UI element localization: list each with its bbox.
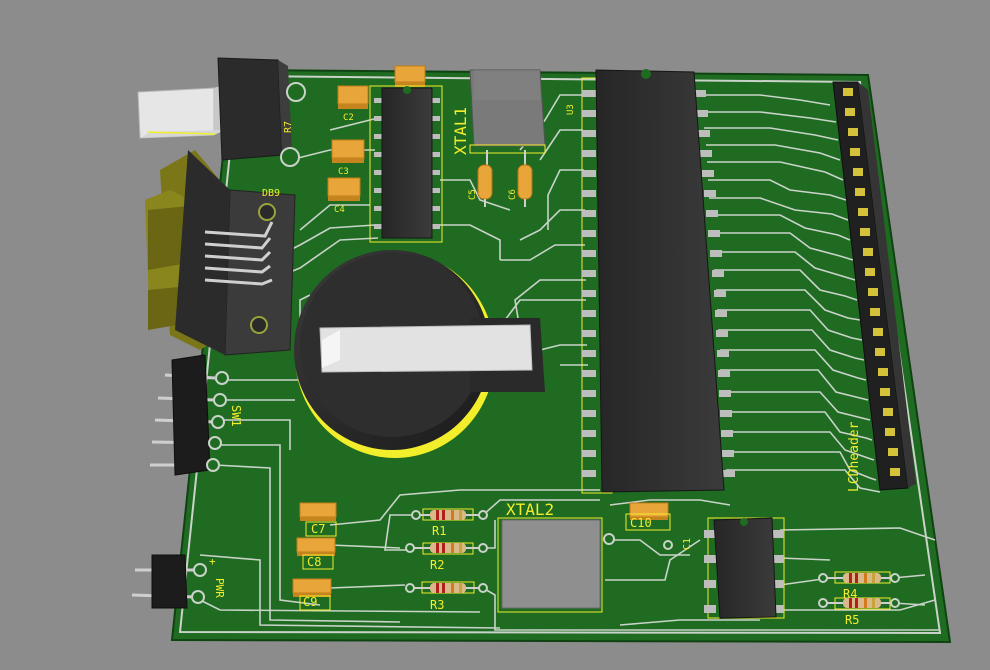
label-c3: C3	[338, 167, 349, 177]
pcb-3d-view: R7 DB9 C2 C3 C4 XTAL1 C5 C6 U3 LCDheader…	[0, 0, 990, 670]
label-sw1: SW1	[229, 405, 243, 427]
label-c2: C2	[343, 113, 354, 123]
label-r2: R2	[430, 558, 444, 572]
label-c7: C7	[311, 522, 325, 536]
crystal-xtal2	[497, 517, 603, 613]
label-c1-partial: C1	[682, 538, 693, 550]
label-r3: R3	[430, 598, 444, 612]
label-db9-partial: DB9	[262, 188, 280, 199]
label-r7: R7	[283, 121, 294, 133]
cap-c4	[327, 177, 361, 201]
cap-c2	[337, 85, 369, 109]
label-xtal2: XTAL2	[506, 500, 554, 519]
label-pwr: PWR	[213, 578, 226, 598]
cap-c3	[331, 139, 365, 163]
label-c5: C5	[468, 189, 478, 200]
label-c6: C6	[508, 189, 518, 200]
label-pwr-plus: +	[209, 555, 216, 568]
label-r1: R1	[432, 524, 446, 538]
label-c9: C9	[303, 595, 317, 609]
cap-c1	[394, 65, 426, 87]
label-lcd-header: LCDheader	[847, 421, 862, 492]
xtal2-pad	[603, 533, 615, 545]
label-r5: R5	[845, 613, 859, 627]
c10-pad	[663, 540, 673, 550]
label-u-partial: U3	[566, 104, 576, 115]
label-c10: C10	[630, 516, 652, 530]
label-xtal1: XTAL1	[451, 107, 470, 155]
label-c4: C4	[334, 205, 345, 215]
label-c8: C8	[307, 555, 321, 569]
